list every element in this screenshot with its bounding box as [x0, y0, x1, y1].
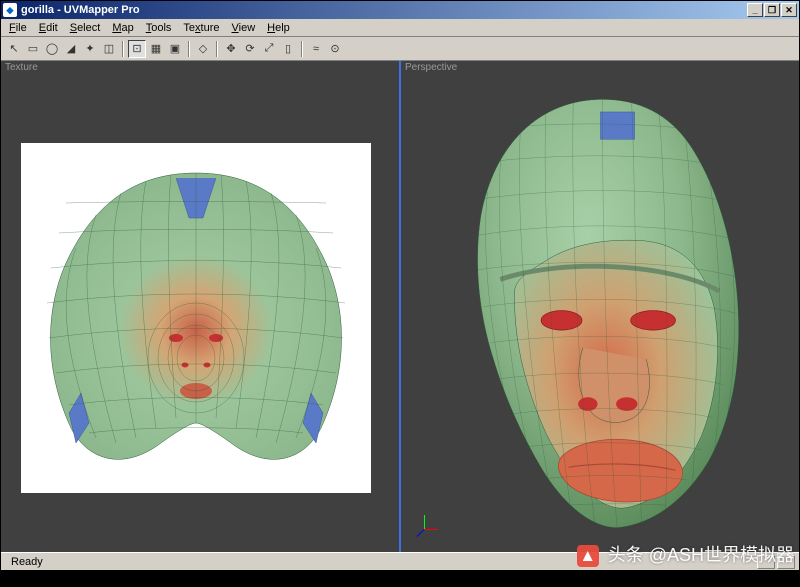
wand-tool[interactable]: ✦ — [81, 40, 99, 58]
menu-edit[interactable]: Edit — [33, 21, 64, 35]
watermark-logo-icon — [577, 545, 599, 567]
lasso-tool[interactable]: ◯ — [43, 40, 61, 58]
uv-unwrap-view[interactable] — [21, 143, 371, 493]
status-text: Ready — [5, 556, 49, 568]
menu-file[interactable]: File — [3, 21, 33, 35]
face-mode[interactable]: ▣ — [166, 40, 184, 58]
menu-select[interactable]: Select — [64, 21, 107, 35]
snap-toggle[interactable]: ◇ — [194, 40, 212, 58]
maximize-button[interactable]: ❐ — [764, 3, 780, 17]
axis-y-icon — [424, 515, 425, 529]
toolbar: ↖▭◯◢✦◫ ⊡▦▣ ◇ ✥⟳⤢▯ ≈⊙ — [1, 37, 799, 61]
menu-tools[interactable]: Tools — [140, 21, 178, 35]
scale-tool[interactable]: ⤢ — [260, 40, 278, 58]
toolbar-separator — [122, 41, 124, 57]
menu-texture[interactable]: Texture — [177, 21, 225, 35]
vertex-mode[interactable]: ⊡ — [128, 40, 146, 58]
pin-tool[interactable]: ⊙ — [326, 40, 344, 58]
edge-tool[interactable]: ◫ — [100, 40, 118, 58]
workspace: Texture — [1, 61, 799, 552]
texture-panel-title: Texture — [1, 61, 399, 75]
mirror-tool[interactable]: ▯ — [279, 40, 297, 58]
perspective-panel-title: Perspective — [401, 61, 799, 75]
axis-gizmo — [409, 514, 439, 544]
watermark: 头条 @ASH世界模拟器 — [577, 541, 794, 567]
texture-panel: Texture — [1, 61, 401, 552]
perspective-viewport[interactable] — [401, 75, 799, 552]
toolbar-separator — [216, 41, 218, 57]
arrow-tool[interactable]: ↖ — [5, 40, 23, 58]
menu-help[interactable]: Help — [261, 21, 296, 35]
close-button[interactable]: ✕ — [781, 3, 797, 17]
axis-x-icon — [424, 529, 438, 530]
minimize-button[interactable]: _ — [747, 3, 763, 17]
axis-z-icon — [417, 529, 425, 537]
brush-tool[interactable]: ◢ — [62, 40, 80, 58]
titlebar: ◆ gorilla - UVMapper Pro _ ❐ ✕ — [1, 1, 799, 19]
window-title: gorilla - UVMapper Pro — [21, 4, 747, 16]
texture-viewport[interactable] — [1, 75, 399, 552]
menubar: FileEditSelectMapToolsTextureViewHelp — [1, 19, 799, 37]
marquee-tool[interactable]: ▭ — [24, 40, 42, 58]
move-tool[interactable]: ✥ — [222, 40, 240, 58]
rotate-tool[interactable]: ⟳ — [241, 40, 259, 58]
menu-view[interactable]: View — [226, 21, 262, 35]
edge-mode[interactable]: ▦ — [147, 40, 165, 58]
relax-tool[interactable]: ≈ — [307, 40, 325, 58]
toolbar-separator — [188, 41, 190, 57]
toolbar-separator — [301, 41, 303, 57]
app-icon: ◆ — [3, 3, 17, 17]
perspective-panel: Perspective — [401, 61, 799, 552]
menu-map[interactable]: Map — [106, 21, 139, 35]
